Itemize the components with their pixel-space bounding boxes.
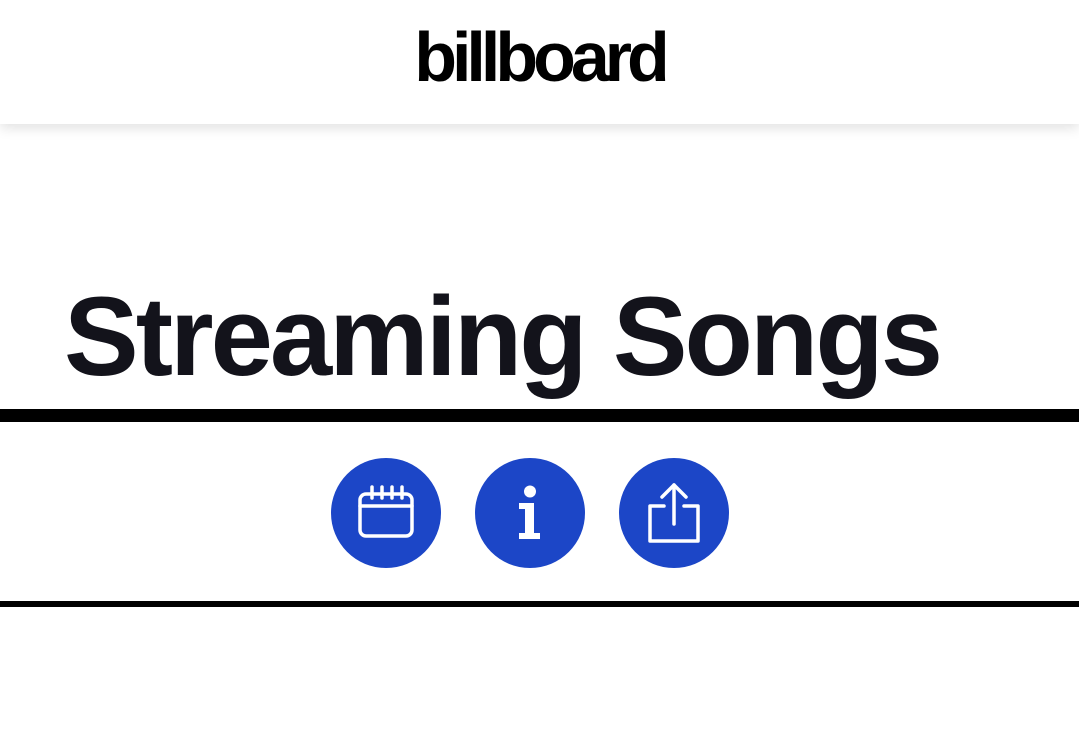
calendar-button[interactable] xyxy=(331,458,441,568)
divider-bottom xyxy=(0,601,1079,607)
share-icon xyxy=(647,482,701,544)
site-header: billboard xyxy=(0,0,1079,124)
info-button[interactable] xyxy=(475,458,585,568)
page-title: Streaming Songs xyxy=(64,274,943,399)
billboard-logo[interactable]: billboard xyxy=(0,22,1079,92)
info-icon xyxy=(515,485,545,541)
divider-top xyxy=(0,409,1079,422)
share-button[interactable] xyxy=(619,458,729,568)
chart-actions xyxy=(0,458,1079,568)
calendar-icon xyxy=(357,484,415,542)
